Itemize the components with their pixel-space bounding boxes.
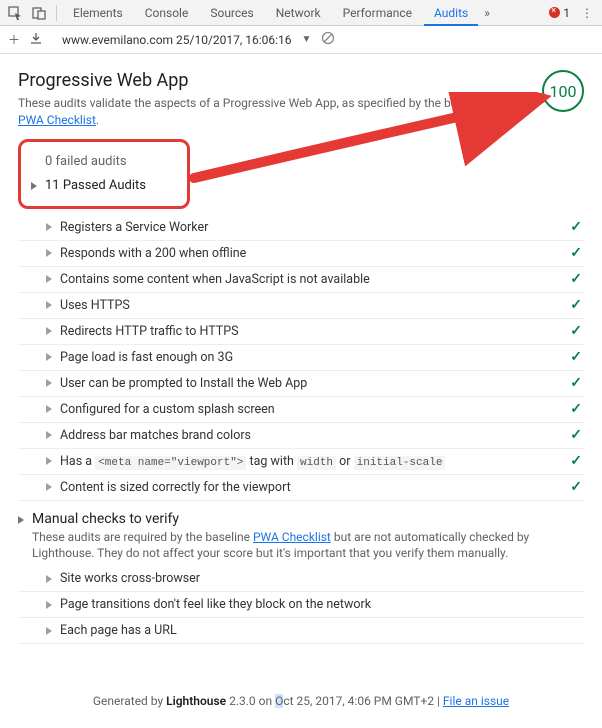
audit-row[interactable]: Each page has a URL [18, 618, 584, 644]
separator [56, 5, 57, 21]
expand-icon [46, 353, 52, 361]
expand-icon [18, 516, 24, 524]
failed-audits-label: 0 failed audits [45, 154, 127, 169]
audit-row[interactable]: Page load is fast enough on 3G✓ [18, 345, 584, 371]
check-icon: ✓ [570, 271, 582, 287]
expand-icon [46, 223, 52, 231]
report-footer: Generated by Lighthouse 2.3.0 on Oct 25,… [18, 694, 584, 708]
audit-row[interactable]: Address bar matches brand colors✓ [18, 423, 584, 449]
passed-audits-row[interactable]: 11 Passed Audits [25, 174, 177, 198]
audit-report: Progressive Web App These audits validat… [0, 54, 602, 728]
expand-icon [31, 182, 37, 190]
expand-icon [46, 601, 52, 609]
score-value: 100 [550, 82, 577, 101]
download-icon[interactable] [30, 32, 42, 47]
tab-audits[interactable]: Audits [424, 0, 478, 26]
audit-row[interactable]: Contains some content when JavaScript is… [18, 267, 584, 293]
score-gauge: 100 [542, 70, 584, 112]
tabs-overflow[interactable]: » [480, 0, 494, 26]
check-icon: ✓ [570, 427, 582, 443]
report-title: Progressive Web App [18, 70, 542, 91]
expand-icon [46, 379, 52, 387]
kebab-menu-icon[interactable]: ⋮ [576, 2, 598, 24]
device-toggle-icon[interactable] [28, 2, 50, 24]
passed-audits-label: 11 Passed Audits [45, 178, 146, 193]
annotation-highlight-box: 0 failed audits 11 Passed Audits [18, 139, 190, 209]
tab-elements[interactable]: Elements [63, 0, 133, 26]
audits-toolbar: ＋ www.evemilano.com 25/10/2017, 16:06:16… [0, 26, 602, 54]
manual-checks-title: Manual checks to verify [32, 511, 572, 527]
check-icon: ✓ [570, 453, 582, 469]
error-icon [549, 7, 560, 18]
file-issue-link[interactable]: File an issue [443, 694, 509, 708]
tab-sources[interactable]: Sources [200, 0, 263, 26]
expand-icon [46, 405, 52, 413]
expand-icon [46, 301, 52, 309]
report-description: These audits validate the aspects of a P… [18, 95, 508, 129]
audit-row[interactable]: Registers a Service Worker✓ [18, 215, 584, 241]
dropdown-icon[interactable]: ▼ [302, 34, 312, 45]
manual-checks-desc: These audits are required by the baselin… [32, 529, 572, 563]
audit-row[interactable]: User can be prompted to Install the Web … [18, 371, 584, 397]
new-audit-icon[interactable]: ＋ [8, 31, 20, 48]
devtools-tab-bar: Elements Console Sources Network Perform… [0, 0, 602, 26]
audit-row[interactable]: Uses HTTPS✓ [18, 293, 584, 319]
check-icon: ✓ [570, 375, 582, 391]
check-icon: ✓ [570, 479, 582, 495]
check-icon: ✓ [570, 323, 582, 339]
check-icon: ✓ [570, 219, 582, 235]
audit-url[interactable]: www.evemilano.com 25/10/2017, 16:06:16 [62, 33, 292, 47]
expand-icon [46, 275, 52, 283]
audit-row[interactable]: Redirects HTTP traffic to HTTPS✓ [18, 319, 584, 345]
manual-checks-list: Site works cross-browser Page transition… [18, 566, 584, 644]
inspect-icon[interactable] [4, 2, 26, 24]
audit-row[interactable]: Has a <meta name="viewport"> tag with wi… [18, 449, 584, 475]
audit-row[interactable]: Site works cross-browser [18, 566, 584, 592]
pwa-checklist-link[interactable]: PWA Checklist [253, 530, 331, 544]
failed-audits-row[interactable]: 0 failed audits [25, 150, 177, 174]
passed-audits-list: Registers a Service Worker✓ Responds wit… [18, 215, 584, 501]
expand-icon [46, 575, 52, 583]
error-badge[interactable]: 1 [549, 6, 570, 20]
check-icon: ✓ [570, 349, 582, 365]
clear-icon[interactable] [321, 31, 335, 48]
audit-row[interactable]: Configured for a custom splash screen✓ [18, 397, 584, 423]
audit-row[interactable]: Content is sized correctly for the viewp… [18, 475, 584, 501]
audit-row[interactable]: Page transitions don't feel like they bl… [18, 592, 584, 618]
expand-icon [46, 431, 52, 439]
error-count: 1 [563, 6, 570, 20]
expand-icon [46, 327, 52, 335]
check-icon: ✓ [570, 401, 582, 417]
expand-icon [46, 249, 52, 257]
expand-icon [46, 457, 52, 465]
audit-row[interactable]: Responds with a 200 when offline✓ [18, 241, 584, 267]
tab-network[interactable]: Network [266, 0, 331, 26]
manual-checks-header[interactable]: Manual checks to verify These audits are… [18, 511, 584, 563]
expand-icon [46, 627, 52, 635]
expand-icon [46, 483, 52, 491]
tab-console[interactable]: Console [135, 0, 199, 26]
check-icon: ✓ [570, 245, 582, 261]
tab-performance[interactable]: Performance [333, 0, 422, 26]
check-icon: ✓ [570, 297, 582, 313]
pwa-checklist-link[interactable]: PWA Checklist [18, 113, 96, 127]
